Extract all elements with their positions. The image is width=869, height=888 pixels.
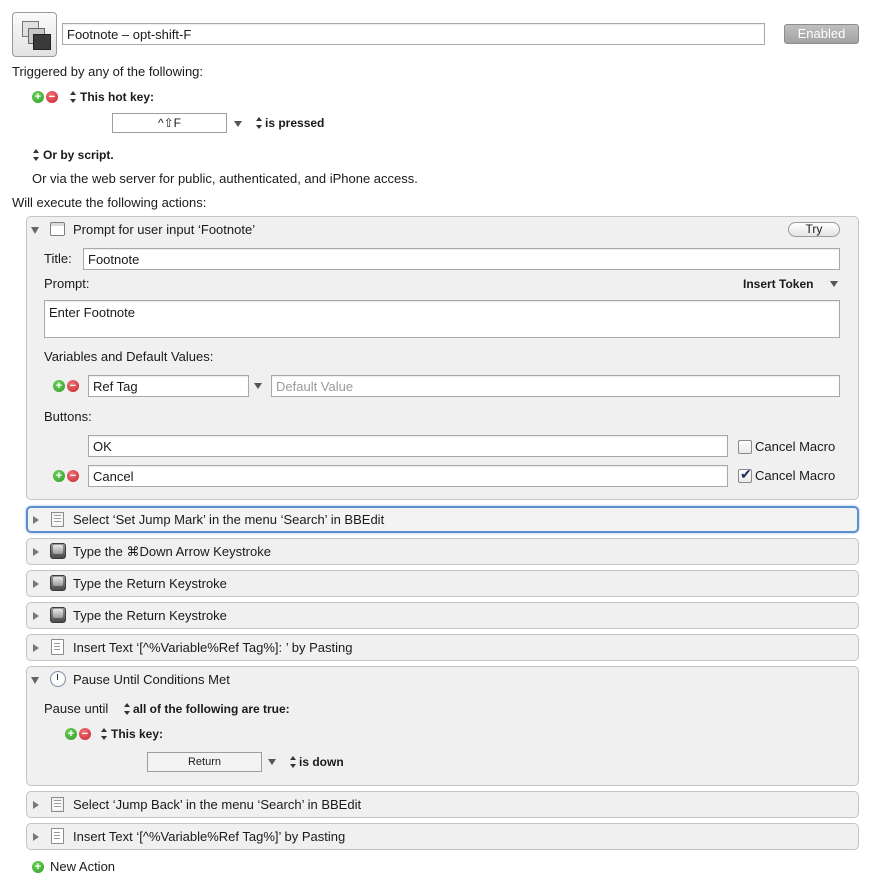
expand-triangle-icon[interactable] xyxy=(33,644,39,652)
expand-triangle-icon[interactable] xyxy=(33,801,39,809)
add-condition-icon[interactable] xyxy=(65,728,77,740)
pause-action-title: Pause Until Conditions Met xyxy=(73,672,230,687)
trigger-type-stepper-icon[interactable] xyxy=(70,91,76,103)
expand-triangle-icon[interactable] xyxy=(33,516,39,524)
hotkey-field[interactable]: ^⇧F xyxy=(112,113,227,133)
hotkey-condition-stepper-icon[interactable] xyxy=(256,117,262,129)
new-action-button[interactable]: New Action xyxy=(50,859,115,875)
new-action-icon[interactable] xyxy=(32,861,44,873)
add-variable-icon[interactable] xyxy=(53,380,65,392)
remove-button-icon[interactable] xyxy=(67,470,79,482)
prompt-textarea[interactable]: Enter Footnote xyxy=(44,300,840,338)
button-cancel-field[interactable] xyxy=(88,465,728,487)
key-state-stepper-icon[interactable] xyxy=(290,756,296,768)
action-label: Select ‘Jump Back’ in the menu ‘Search’ … xyxy=(73,797,362,812)
action-label: Insert Text ‘[^%Variable%Ref Tag%]’ by P… xyxy=(73,829,346,844)
macro-name-field[interactable] xyxy=(62,23,765,45)
key-field[interactable]: Return xyxy=(147,752,262,772)
prompt-action-title: Prompt for user input ‘Footnote’ xyxy=(73,222,256,237)
action-label: Type the Return Keystroke xyxy=(73,608,227,623)
actions-header: Will execute the following actions: xyxy=(12,195,207,210)
remove-variable-icon[interactable] xyxy=(67,380,79,392)
variable-dropdown-icon[interactable] xyxy=(254,383,262,389)
this-key-label[interactable]: This key: xyxy=(111,726,163,742)
menu-icon xyxy=(51,512,64,527)
cancel-cancel-macro-label[interactable]: Cancel Macro xyxy=(755,468,835,484)
button-ok-field[interactable] xyxy=(88,435,728,457)
action-label: Type the ⌘Down Arrow Keystroke xyxy=(73,544,271,559)
text-icon xyxy=(51,828,64,844)
key-state-selector[interactable]: is down xyxy=(299,754,344,770)
condition-stepper-icon[interactable] xyxy=(124,703,130,715)
hotkey-condition[interactable]: is pressed xyxy=(265,115,324,131)
condition-selector[interactable]: all of the following are true: xyxy=(133,701,290,717)
cancel-cancel-macro-checkbox[interactable] xyxy=(738,466,752,483)
remove-condition-icon[interactable] xyxy=(79,728,91,740)
collapse-triangle-icon[interactable] xyxy=(31,227,39,234)
hotkey-label[interactable]: This hot key: xyxy=(80,89,154,105)
keystroke-icon xyxy=(50,575,66,591)
keystroke-icon xyxy=(50,607,66,623)
action-label: Select ‘Set Jump Mark’ in the menu ‘Sear… xyxy=(73,512,385,527)
script-trigger-stepper-icon[interactable] xyxy=(33,149,39,161)
expand-triangle-icon[interactable] xyxy=(33,580,39,588)
clock-icon xyxy=(50,671,66,687)
action-label: Type the Return Keystroke xyxy=(73,576,227,591)
macro-group-icon[interactable] xyxy=(12,12,57,57)
menu-icon xyxy=(51,797,64,812)
text-icon xyxy=(51,639,64,655)
prompt-window-icon xyxy=(50,222,65,236)
expand-triangle-icon[interactable] xyxy=(33,612,39,620)
action-label: Insert Text ‘[^%Variable%Ref Tag%]: ’ by… xyxy=(73,640,353,655)
ok-cancel-macro-checkbox[interactable] xyxy=(738,440,752,454)
variable-name-field[interactable] xyxy=(88,375,249,397)
pause-until-label: Pause until xyxy=(44,701,109,716)
title-field[interactable] xyxy=(83,248,840,270)
title-label: Title: xyxy=(44,251,72,266)
ok-cancel-macro-label[interactable]: Cancel Macro xyxy=(755,439,835,455)
remove-trigger-icon[interactable] xyxy=(46,91,58,103)
expand-triangle-icon[interactable] xyxy=(33,548,39,556)
add-trigger-icon[interactable] xyxy=(32,91,44,103)
triggers-header: Triggered by any of the following: xyxy=(12,64,204,79)
keystroke-icon xyxy=(50,543,66,559)
key-dropdown-icon[interactable] xyxy=(268,759,276,765)
add-button-icon[interactable] xyxy=(53,470,65,482)
try-button[interactable]: Try xyxy=(788,222,840,237)
web-server-text: Or via the web server for public, authen… xyxy=(32,171,418,186)
expand-triangle-icon[interactable] xyxy=(33,833,39,841)
collapse-triangle-icon[interactable] xyxy=(31,677,39,684)
insert-token-dropdown-icon[interactable] xyxy=(830,281,838,287)
default-value-field[interactable] xyxy=(271,375,840,397)
hotkey-dropdown-icon[interactable] xyxy=(234,121,242,127)
prompt-label: Prompt: xyxy=(44,276,90,291)
condition-type-stepper-icon[interactable] xyxy=(101,728,107,740)
enabled-button[interactable]: Enabled xyxy=(784,24,859,44)
or-by-script-label[interactable]: Or by script. xyxy=(43,147,114,163)
insert-token-menu[interactable]: Insert Token xyxy=(743,276,813,292)
variables-label: Variables and Default Values: xyxy=(44,349,214,364)
buttons-label: Buttons: xyxy=(44,409,92,424)
